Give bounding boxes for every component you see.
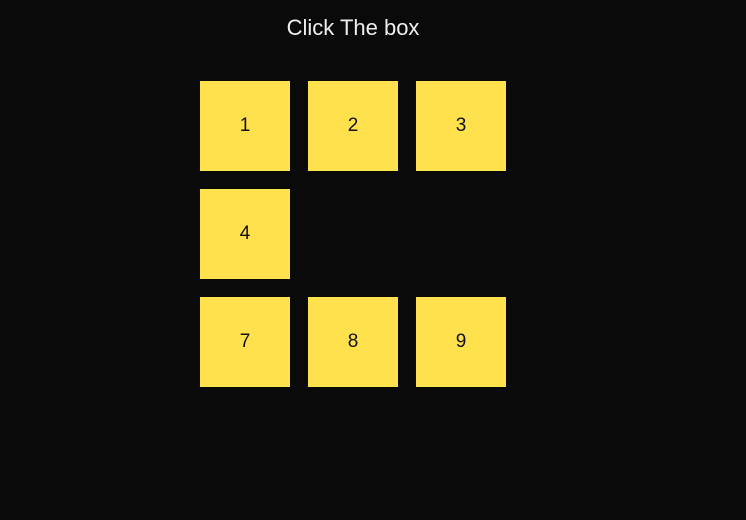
page-title: Click The box bbox=[286, 15, 420, 40]
box-4[interactable]: 4 bbox=[200, 189, 290, 279]
box-1[interactable]: 1 bbox=[200, 81, 290, 171]
box-grid: 1 2 3 4 7 8 9 bbox=[200, 81, 506, 387]
page: Click The box 1 2 3 4 7 8 9 bbox=[0, 0, 746, 520]
box-2[interactable]: 2 bbox=[308, 81, 398, 171]
box-7[interactable]: 7 bbox=[200, 297, 290, 387]
box-3[interactable]: 3 bbox=[416, 81, 506, 171]
box-9[interactable]: 9 bbox=[416, 297, 506, 387]
box-8[interactable]: 8 bbox=[308, 297, 398, 387]
